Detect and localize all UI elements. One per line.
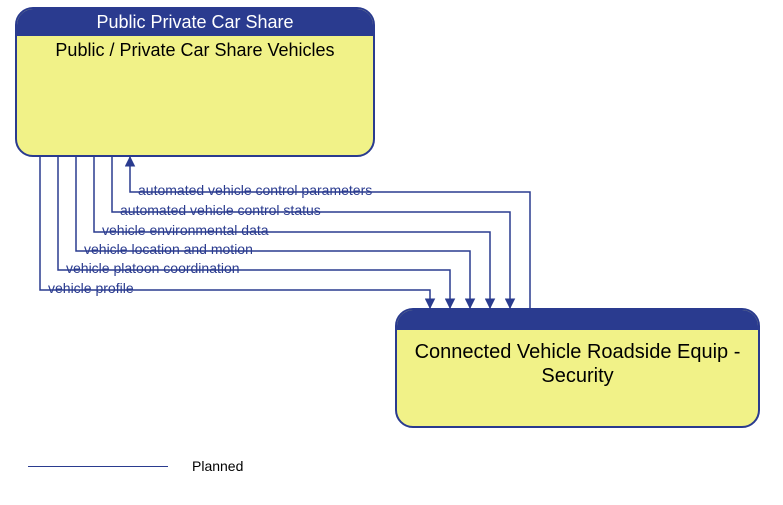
- flow-label-vehicle-location-and-motion: vehicle location and motion: [84, 241, 253, 257]
- legend-label-planned: Planned: [192, 458, 243, 474]
- flow-label-vehicle-environmental-data: vehicle environmental data: [102, 222, 269, 238]
- flow-label-vehicle-platoon-coordination: vehicle platoon coordination: [66, 260, 240, 276]
- target-box-header: [397, 310, 758, 330]
- flow-label-automated-vehicle-control-status: automated vehicle control status: [120, 202, 321, 218]
- target-box-body: Connected Vehicle Roadside Equip - Secur…: [397, 330, 758, 392]
- source-box-header: Public Private Car Share: [17, 9, 373, 36]
- source-box-body: Public / Private Car Share Vehicles: [17, 36, 373, 66]
- source-box: Public Private Car Share Public / Privat…: [15, 7, 375, 157]
- flow-label-automated-vehicle-control-parameters: automated vehicle control parameters: [138, 182, 372, 198]
- legend-line-planned: [28, 466, 168, 467]
- target-box: Connected Vehicle Roadside Equip - Secur…: [395, 308, 760, 428]
- flow-label-vehicle-profile: vehicle profile: [48, 280, 134, 296]
